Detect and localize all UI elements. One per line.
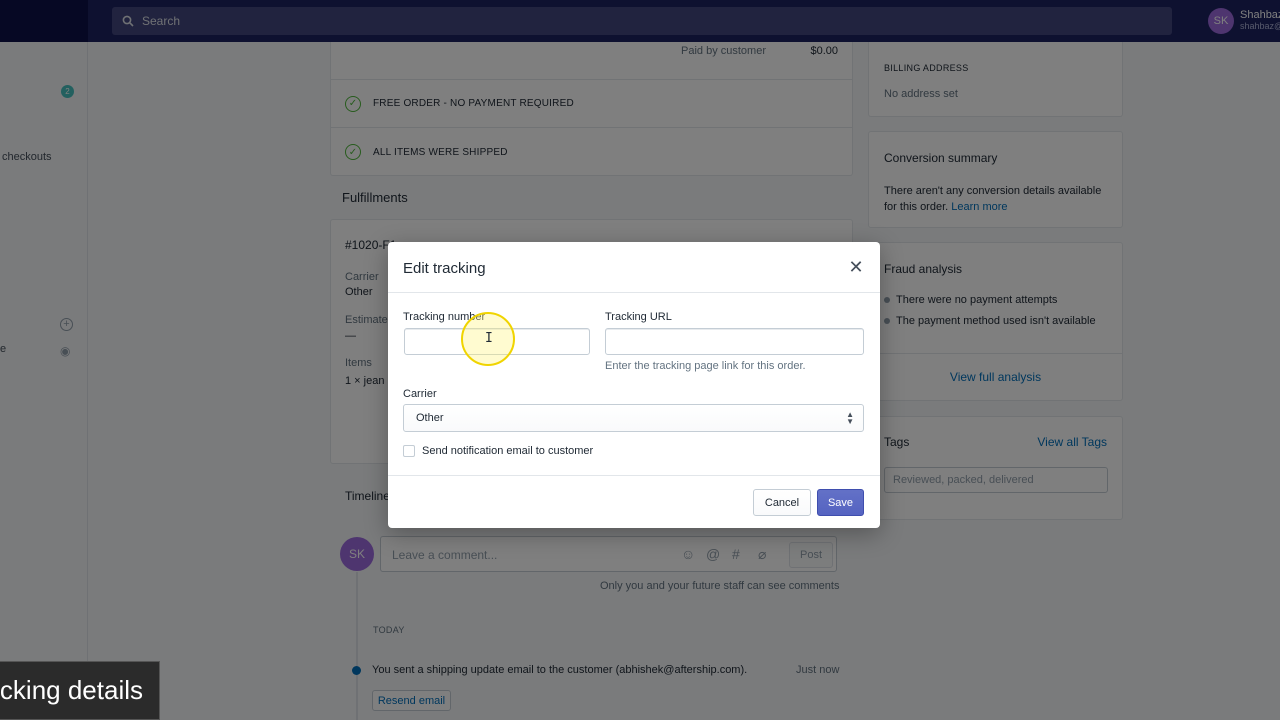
modal-title: Edit tracking	[403, 260, 486, 277]
save-button[interactable]: Save	[817, 489, 864, 516]
notify-label[interactable]: Send notification email to customer	[422, 445, 593, 457]
cancel-button[interactable]: Cancel	[753, 489, 811, 516]
video-caption: cking details	[0, 661, 160, 720]
edit-tracking-modal: Edit tracking ✕ Tracking number Tracking…	[388, 242, 880, 528]
carrier-select-label: Carrier	[403, 388, 437, 400]
select-arrows-icon: ▲ ▼	[846, 410, 854, 426]
notify-customer-row[interactable]: Send notification email to customer	[403, 445, 593, 457]
carrier-select[interactable]: Other ▲ ▼	[403, 404, 864, 432]
tracking-url-input[interactable]	[605, 328, 864, 355]
tracking-url-label: Tracking URL	[605, 311, 672, 323]
notify-checkbox[interactable]	[403, 445, 415, 457]
modal-header: Edit tracking ✕	[388, 242, 880, 293]
text-cursor-icon: I	[485, 331, 493, 346]
carrier-selected-value: Other	[416, 412, 444, 424]
close-icon[interactable]: ✕	[848, 258, 864, 276]
modal-footer-divider	[388, 475, 880, 476]
tracking-url-help: Enter the tracking page link for this or…	[605, 360, 806, 372]
